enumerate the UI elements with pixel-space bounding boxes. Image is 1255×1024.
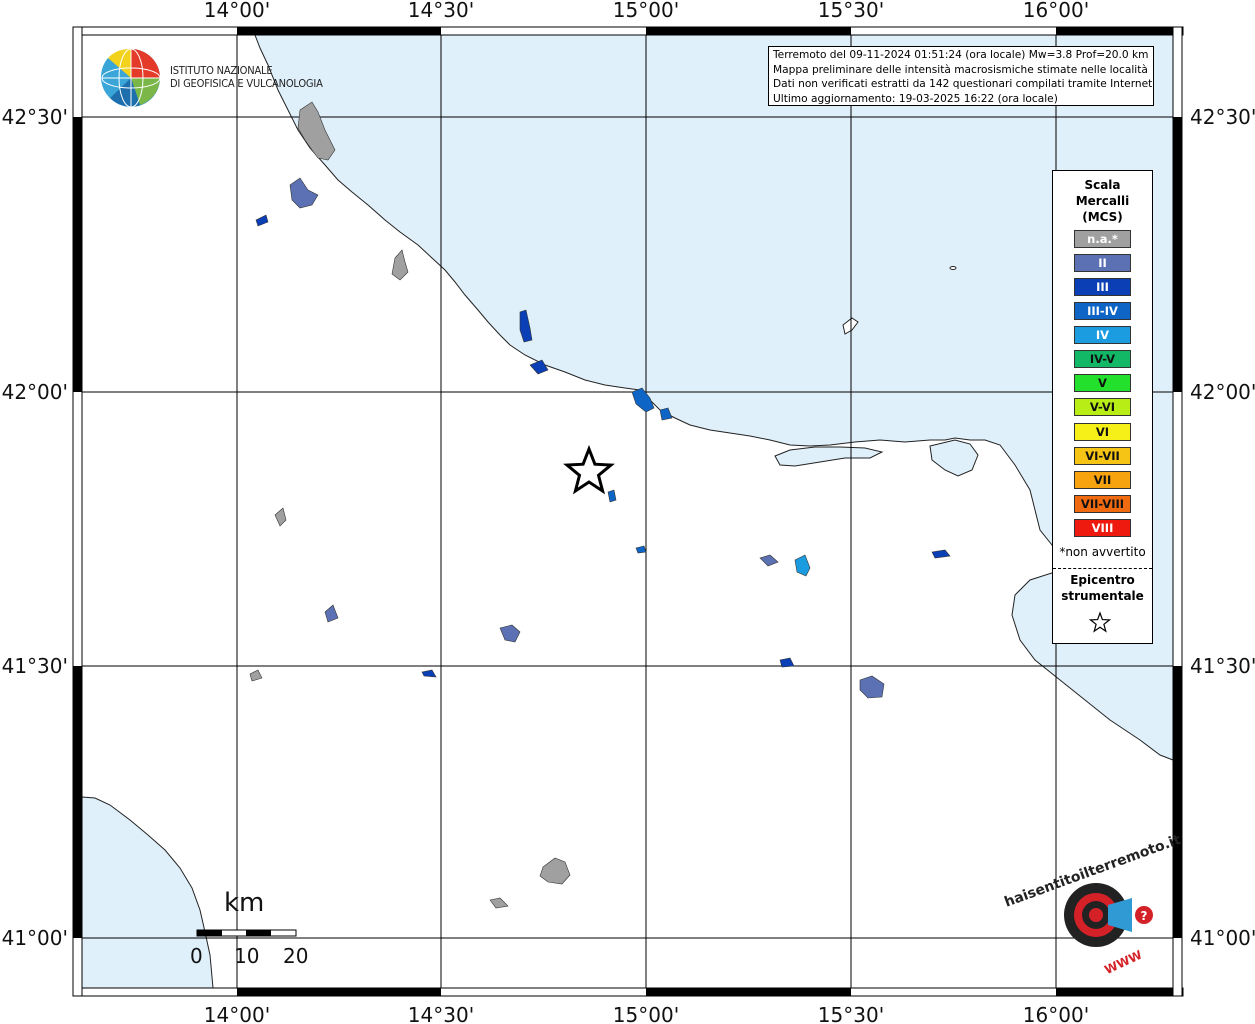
lon-label-top: 15°30' (818, 0, 884, 22)
lat-label-right: 41°00' (1190, 926, 1255, 950)
frame-bottom-bar (72, 987, 1184, 997)
lon-label-bottom: 14°30' (408, 1003, 474, 1024)
legend-title-line: (MCS) (1082, 210, 1123, 224)
pianosa-island (949, 266, 957, 270)
legend-divider (1053, 568, 1152, 569)
scale-tick: 0 (190, 944, 203, 968)
lon-label-top: 14°00' (204, 0, 270, 22)
legend-item-v-vi: V-VI (1074, 398, 1131, 416)
legend-item-v: V (1074, 374, 1131, 392)
mcs-legend: Scala Mercalli (MCS) n.a.* II III III-IV… (1052, 170, 1153, 644)
lon-label-top: 16°00' (1023, 0, 1089, 22)
lon-label-bottom: 15°30' (818, 1003, 884, 1024)
info-line: Mappa preliminare delle intensità macros… (773, 63, 1148, 76)
lat-label-right: 42°30' (1190, 105, 1255, 129)
legend-title: Scala Mercalli (MCS) (1053, 177, 1152, 225)
earthquake-info-box: Terremoto del 09-11-2024 01:51:24 (ora l… (768, 46, 1154, 106)
legend-epicenter-line: strumentale (1061, 589, 1144, 603)
legend-item-iv-v: IV-V (1074, 350, 1131, 368)
ingv-name-line2: DI GEOFISICA E VULCANOLOGIA (170, 77, 323, 90)
frame-left-bar (72, 26, 83, 997)
ingv-name-line1: ISTITUTO NAZIONALE (170, 64, 273, 77)
lat-label-left: 42°30' (2, 105, 68, 129)
legend-star-icon (1089, 611, 1111, 633)
lat-label-left: 42°00' (2, 380, 68, 404)
scale-unit: km (224, 888, 265, 918)
legend-item-vi-vii: VI-VII (1074, 447, 1131, 465)
scale-tick: 10 (234, 944, 260, 968)
lat-label-left: 41°00' (2, 926, 68, 950)
frame-right-bar (1172, 26, 1183, 997)
ingv-name: ISTITUTO NAZIONALE DI GEOFISICA E VULCAN… (170, 64, 323, 90)
legend-item-viii: VIII (1074, 519, 1131, 537)
svg-text:?: ? (1141, 909, 1148, 923)
legend-item-vi: VI (1074, 423, 1131, 441)
legend-epicenter-label: Epicentro strumentale (1053, 572, 1152, 604)
frame-top-bar (72, 26, 1184, 36)
lon-label-top: 15°00' (613, 0, 679, 22)
lon-label-bottom: 14°00' (204, 1003, 270, 1024)
lon-label-bottom: 15°00' (613, 1003, 679, 1024)
legend-title-line: Mercalli (1075, 194, 1130, 208)
legend-item-vii: VII (1074, 471, 1131, 489)
legend-epicenter-line: Epicentro (1070, 573, 1135, 587)
legend-item-ii: II (1074, 254, 1131, 272)
lat-label-right: 41°30' (1190, 654, 1255, 678)
legend-item-iv: IV (1074, 326, 1131, 344)
info-line: Terremoto del 09-11-2024 01:51:24 (ora l… (773, 49, 1149, 61)
lat-label-right: 42°00' (1190, 380, 1255, 404)
legend-item-na: n.a.* (1074, 230, 1131, 248)
legend-item-iii-iv: III-IV (1074, 302, 1131, 320)
scale-bar (196, 929, 297, 937)
lon-label-top: 14°30' (408, 0, 474, 22)
legend-title-line: Scala (1084, 178, 1121, 192)
info-line: Dati non verificati estratti da 142 ques… (773, 78, 1154, 90)
legend-item-vii-viii: VII-VIII (1074, 495, 1131, 513)
legend-na-note: *non avvertito (1059, 545, 1146, 559)
legend-item-iii: III (1074, 278, 1131, 296)
scale-tick: 20 (283, 944, 309, 968)
lon-label-bottom: 16°00' (1023, 1003, 1089, 1024)
info-line: Ultimo aggiornamento: 19-03-2025 16:22 (… (773, 92, 1058, 105)
lat-label-left: 41°30' (2, 654, 68, 678)
